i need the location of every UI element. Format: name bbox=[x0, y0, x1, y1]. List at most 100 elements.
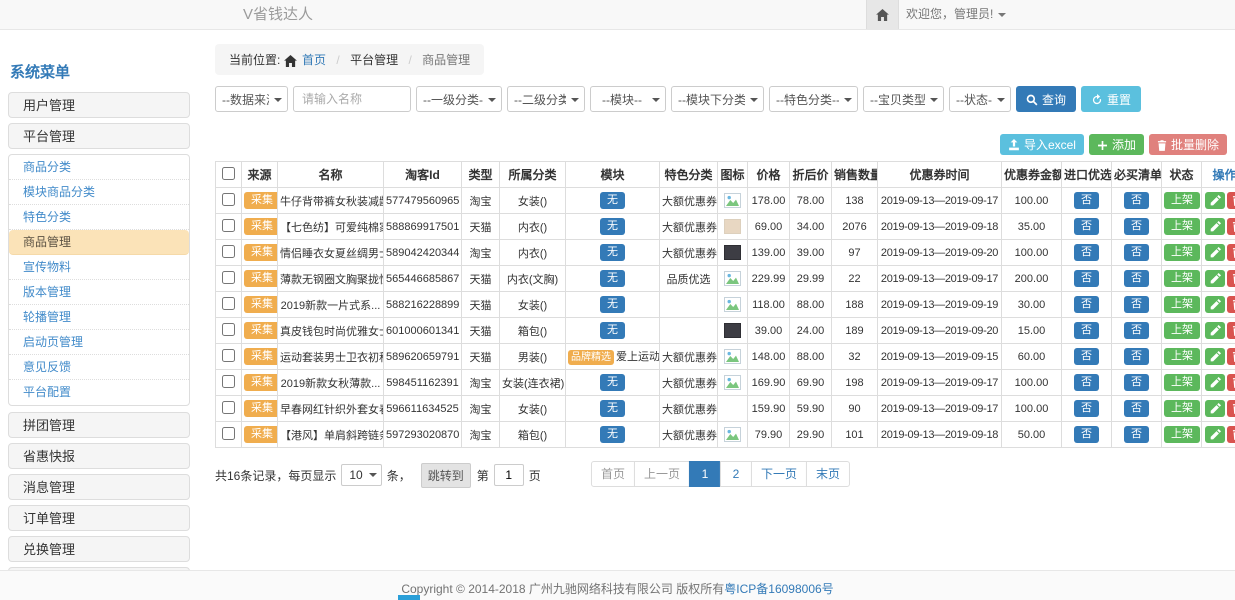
import-select-toggle[interactable]: 否 bbox=[1074, 348, 1099, 365]
sidebar-section[interactable]: 省惠快报 bbox=[8, 443, 190, 469]
sidebar-item[interactable]: 特色分类 bbox=[9, 205, 189, 230]
import-select-toggle[interactable]: 否 bbox=[1074, 374, 1099, 391]
status-toggle[interactable]: 上架 bbox=[1164, 426, 1200, 443]
import-select-toggle[interactable]: 否 bbox=[1074, 426, 1099, 443]
filter-select[interactable]: --状态-- bbox=[949, 86, 1011, 112]
delete-button[interactable] bbox=[1227, 348, 1235, 365]
import-select-toggle[interactable]: 否 bbox=[1074, 192, 1099, 209]
edit-button[interactable] bbox=[1205, 374, 1225, 391]
must-buy-toggle[interactable]: 否 bbox=[1124, 374, 1149, 391]
delete-button[interactable] bbox=[1227, 322, 1235, 339]
page-button[interactable]: 1 bbox=[689, 461, 721, 487]
status-toggle[interactable]: 上架 bbox=[1164, 400, 1200, 417]
delete-button[interactable] bbox=[1227, 270, 1235, 287]
sidebar-item[interactable]: 意见反馈 bbox=[9, 355, 189, 380]
must-buy-toggle[interactable]: 否 bbox=[1124, 192, 1149, 209]
edit-button[interactable] bbox=[1205, 244, 1225, 261]
import-select-toggle[interactable]: 否 bbox=[1074, 218, 1099, 235]
name-search-input[interactable] bbox=[293, 86, 411, 112]
edit-button[interactable] bbox=[1205, 322, 1225, 339]
must-buy-toggle[interactable]: 否 bbox=[1124, 296, 1149, 313]
sidebar-section[interactable]: 订单管理 bbox=[8, 505, 190, 531]
import-excel-button[interactable]: 导入excel bbox=[1000, 134, 1084, 155]
edit-button[interactable] bbox=[1205, 218, 1225, 235]
must-buy-toggle[interactable]: 否 bbox=[1124, 426, 1149, 443]
jump-page-input[interactable] bbox=[494, 464, 524, 486]
must-buy-toggle[interactable]: 否 bbox=[1124, 348, 1149, 365]
sidebar-section[interactable]: 平台管理 bbox=[8, 123, 190, 149]
user-dropdown[interactable]: 欢迎您，管理员! bbox=[906, 0, 1006, 29]
icp-link[interactable]: 粤ICP备16098006号 bbox=[724, 582, 833, 596]
sidebar-section[interactable]: 消息管理 bbox=[8, 474, 190, 500]
filter-select[interactable]: --模块下分类-- bbox=[671, 86, 764, 112]
search-button[interactable]: 查询 bbox=[1016, 86, 1076, 112]
breadcrumb-home-link[interactable]: 首页 bbox=[302, 53, 326, 67]
row-checkbox[interactable] bbox=[222, 193, 235, 206]
sidebar-item[interactable]: 启动页管理 bbox=[9, 330, 189, 355]
edit-button[interactable] bbox=[1205, 270, 1225, 287]
import-select-toggle[interactable]: 否 bbox=[1074, 244, 1099, 261]
import-select-toggle[interactable]: 否 bbox=[1074, 322, 1099, 339]
reset-button[interactable]: 重置 bbox=[1081, 86, 1141, 112]
row-checkbox[interactable] bbox=[222, 375, 235, 388]
status-toggle[interactable]: 上架 bbox=[1164, 296, 1200, 313]
filter-select[interactable]: --数据来源-- bbox=[215, 86, 288, 112]
per-page-select[interactable]: 10 bbox=[341, 464, 381, 486]
batch-delete-button[interactable]: 批量删除 bbox=[1149, 134, 1227, 155]
must-buy-toggle[interactable]: 否 bbox=[1124, 322, 1149, 339]
delete-button[interactable] bbox=[1227, 296, 1235, 313]
select-all-checkbox[interactable] bbox=[222, 167, 235, 180]
page-button[interactable]: 末页 bbox=[806, 461, 850, 487]
must-buy-toggle[interactable]: 否 bbox=[1124, 270, 1149, 287]
page-button[interactable]: 首页 bbox=[591, 461, 635, 487]
sidebar-item[interactable]: 轮播管理 bbox=[9, 305, 189, 330]
row-checkbox[interactable] bbox=[222, 219, 235, 232]
scrollbar-thumb[interactable] bbox=[398, 595, 420, 600]
delete-button[interactable] bbox=[1227, 192, 1235, 209]
row-checkbox[interactable] bbox=[222, 323, 235, 336]
row-checkbox[interactable] bbox=[222, 271, 235, 284]
sidebar-section[interactable]: 用户管理 bbox=[8, 92, 190, 118]
import-select-toggle[interactable]: 否 bbox=[1074, 400, 1099, 417]
status-toggle[interactable]: 上架 bbox=[1164, 192, 1200, 209]
filter-select[interactable]: --二级分类-- bbox=[507, 86, 585, 112]
import-select-toggle[interactable]: 否 bbox=[1074, 296, 1099, 313]
status-toggle[interactable]: 上架 bbox=[1164, 218, 1200, 235]
status-toggle[interactable]: 上架 bbox=[1164, 374, 1200, 391]
sidebar-item[interactable]: 商品管理 bbox=[9, 230, 189, 255]
delete-button[interactable] bbox=[1227, 426, 1235, 443]
filter-select[interactable]: --宝贝类型-- bbox=[863, 86, 944, 112]
edit-button[interactable] bbox=[1205, 296, 1225, 313]
status-toggle[interactable]: 上架 bbox=[1164, 348, 1200, 365]
page-button[interactable]: 下一页 bbox=[751, 461, 807, 487]
status-toggle[interactable]: 上架 bbox=[1164, 270, 1200, 287]
sidebar-item[interactable]: 模块商品分类 bbox=[9, 180, 189, 205]
delete-button[interactable] bbox=[1227, 374, 1235, 391]
row-checkbox[interactable] bbox=[222, 427, 235, 440]
row-checkbox[interactable] bbox=[222, 349, 235, 362]
sidebar-item[interactable]: 平台配置 bbox=[9, 380, 189, 405]
row-checkbox[interactable] bbox=[222, 297, 235, 310]
page-button[interactable]: 2 bbox=[720, 461, 752, 487]
delete-button[interactable] bbox=[1227, 244, 1235, 261]
import-select-toggle[interactable]: 否 bbox=[1074, 270, 1099, 287]
must-buy-toggle[interactable]: 否 bbox=[1124, 218, 1149, 235]
sidebar-item[interactable]: 商品分类 bbox=[9, 155, 189, 180]
page-button[interactable]: 上一页 bbox=[634, 461, 690, 487]
filter-select[interactable]: --特色分类-- bbox=[769, 86, 858, 112]
edit-button[interactable] bbox=[1205, 348, 1225, 365]
filter-select[interactable]: --模块-- bbox=[590, 86, 666, 112]
row-checkbox[interactable] bbox=[222, 401, 235, 414]
jump-to-button[interactable]: 跳转到 bbox=[421, 463, 471, 488]
sidebar-item[interactable]: 宣传物料 bbox=[9, 255, 189, 280]
delete-button[interactable] bbox=[1227, 218, 1235, 235]
edit-button[interactable] bbox=[1205, 426, 1225, 443]
filter-select[interactable]: --一级分类-- bbox=[416, 86, 502, 112]
add-button[interactable]: 添加 bbox=[1089, 134, 1144, 155]
delete-button[interactable] bbox=[1227, 400, 1235, 417]
must-buy-toggle[interactable]: 否 bbox=[1124, 244, 1149, 261]
edit-button[interactable] bbox=[1205, 192, 1225, 209]
must-buy-toggle[interactable]: 否 bbox=[1124, 400, 1149, 417]
sidebar-section[interactable]: 兑换管理 bbox=[8, 536, 190, 562]
status-toggle[interactable]: 上架 bbox=[1164, 244, 1200, 261]
